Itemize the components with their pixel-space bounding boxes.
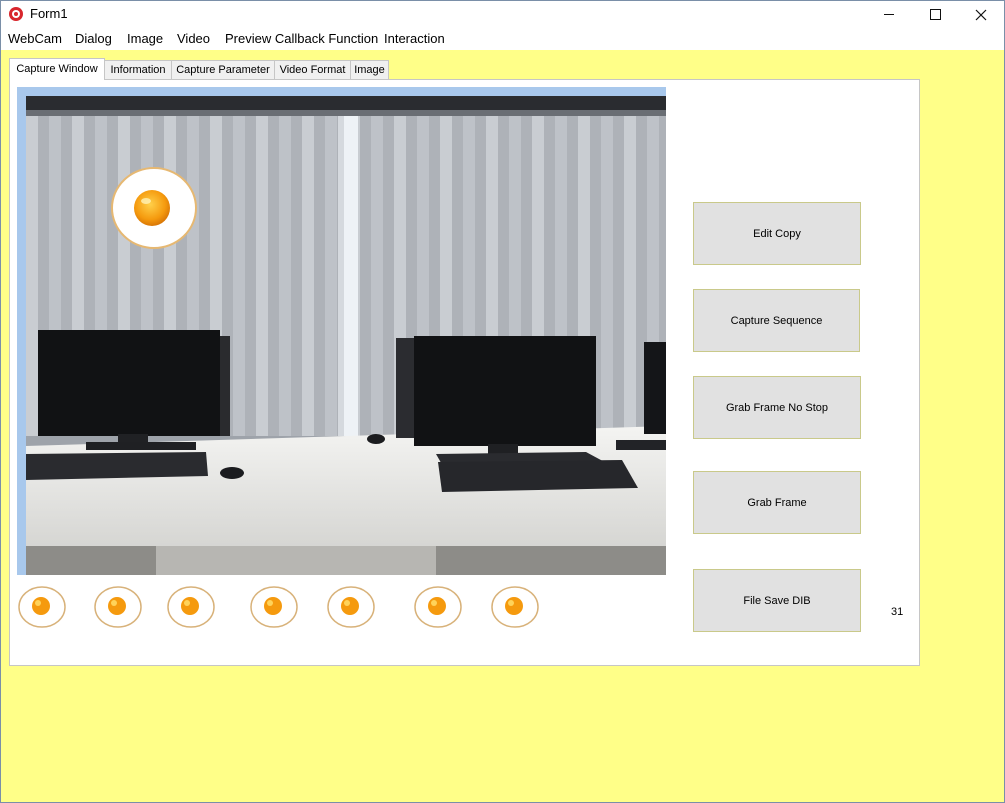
edit-copy-button[interactable]: Edit Copy xyxy=(693,202,861,265)
menu-preview-callback[interactable]: Preview Callback Function xyxy=(225,31,378,46)
preview-frame xyxy=(17,87,666,575)
maximize-icon xyxy=(929,9,941,20)
overlay-egg xyxy=(111,167,197,249)
camera-preview[interactable] xyxy=(26,96,666,575)
menu-video[interactable]: Video xyxy=(177,31,210,46)
tab-capture-window[interactable]: Capture Window xyxy=(9,58,105,80)
thumbnail-egg[interactable] xyxy=(413,585,463,634)
menu-webcam[interactable]: WebCam xyxy=(8,31,62,46)
grab-frame-no-stop-button[interactable]: Grab Frame No Stop xyxy=(693,376,861,439)
tab-capture-parameter[interactable]: Capture Parameter xyxy=(171,60,275,79)
menu-bar: WebCam Dialog Image Video Preview Callba… xyxy=(1,28,1004,50)
camera-image xyxy=(26,96,666,575)
file-save-dib-button[interactable]: File Save DIB xyxy=(693,569,861,632)
tab-image[interactable]: Image xyxy=(350,60,389,79)
app-icon xyxy=(9,7,23,21)
tab-information[interactable]: Information xyxy=(104,60,172,79)
window-title: Form1 xyxy=(30,6,68,21)
maximize-button[interactable] xyxy=(912,1,958,28)
capture-sequence-button[interactable]: Capture Sequence xyxy=(693,289,860,352)
menu-interaction[interactable]: Interaction xyxy=(384,31,445,46)
form-window: Form1 WebCam Dialog Image Video Preview … xyxy=(0,0,1005,803)
menu-dialog[interactable]: Dialog xyxy=(75,31,112,46)
thumbnail-egg[interactable] xyxy=(17,585,67,634)
thumbnail-egg[interactable] xyxy=(326,585,376,634)
thumbnail-egg[interactable] xyxy=(166,585,216,634)
tab-video-format[interactable]: Video Format xyxy=(274,60,351,79)
thumbnail-egg[interactable] xyxy=(93,585,143,634)
title-bar[interactable]: Form1 xyxy=(1,1,1004,28)
menu-image[interactable]: Image xyxy=(127,31,163,46)
thumbnail-egg[interactable] xyxy=(249,585,299,634)
minimize-button[interactable] xyxy=(866,1,912,28)
grab-frame-button[interactable]: Grab Frame xyxy=(693,471,861,534)
tab-page-capture-window: Edit Copy Capture Sequence Grab Frame No… xyxy=(9,79,920,666)
frame-counter: 31 xyxy=(891,606,904,618)
minimize-icon xyxy=(884,14,894,15)
close-button[interactable] xyxy=(958,1,1004,28)
close-icon xyxy=(975,9,987,20)
thumbnail-egg[interactable] xyxy=(490,585,540,634)
